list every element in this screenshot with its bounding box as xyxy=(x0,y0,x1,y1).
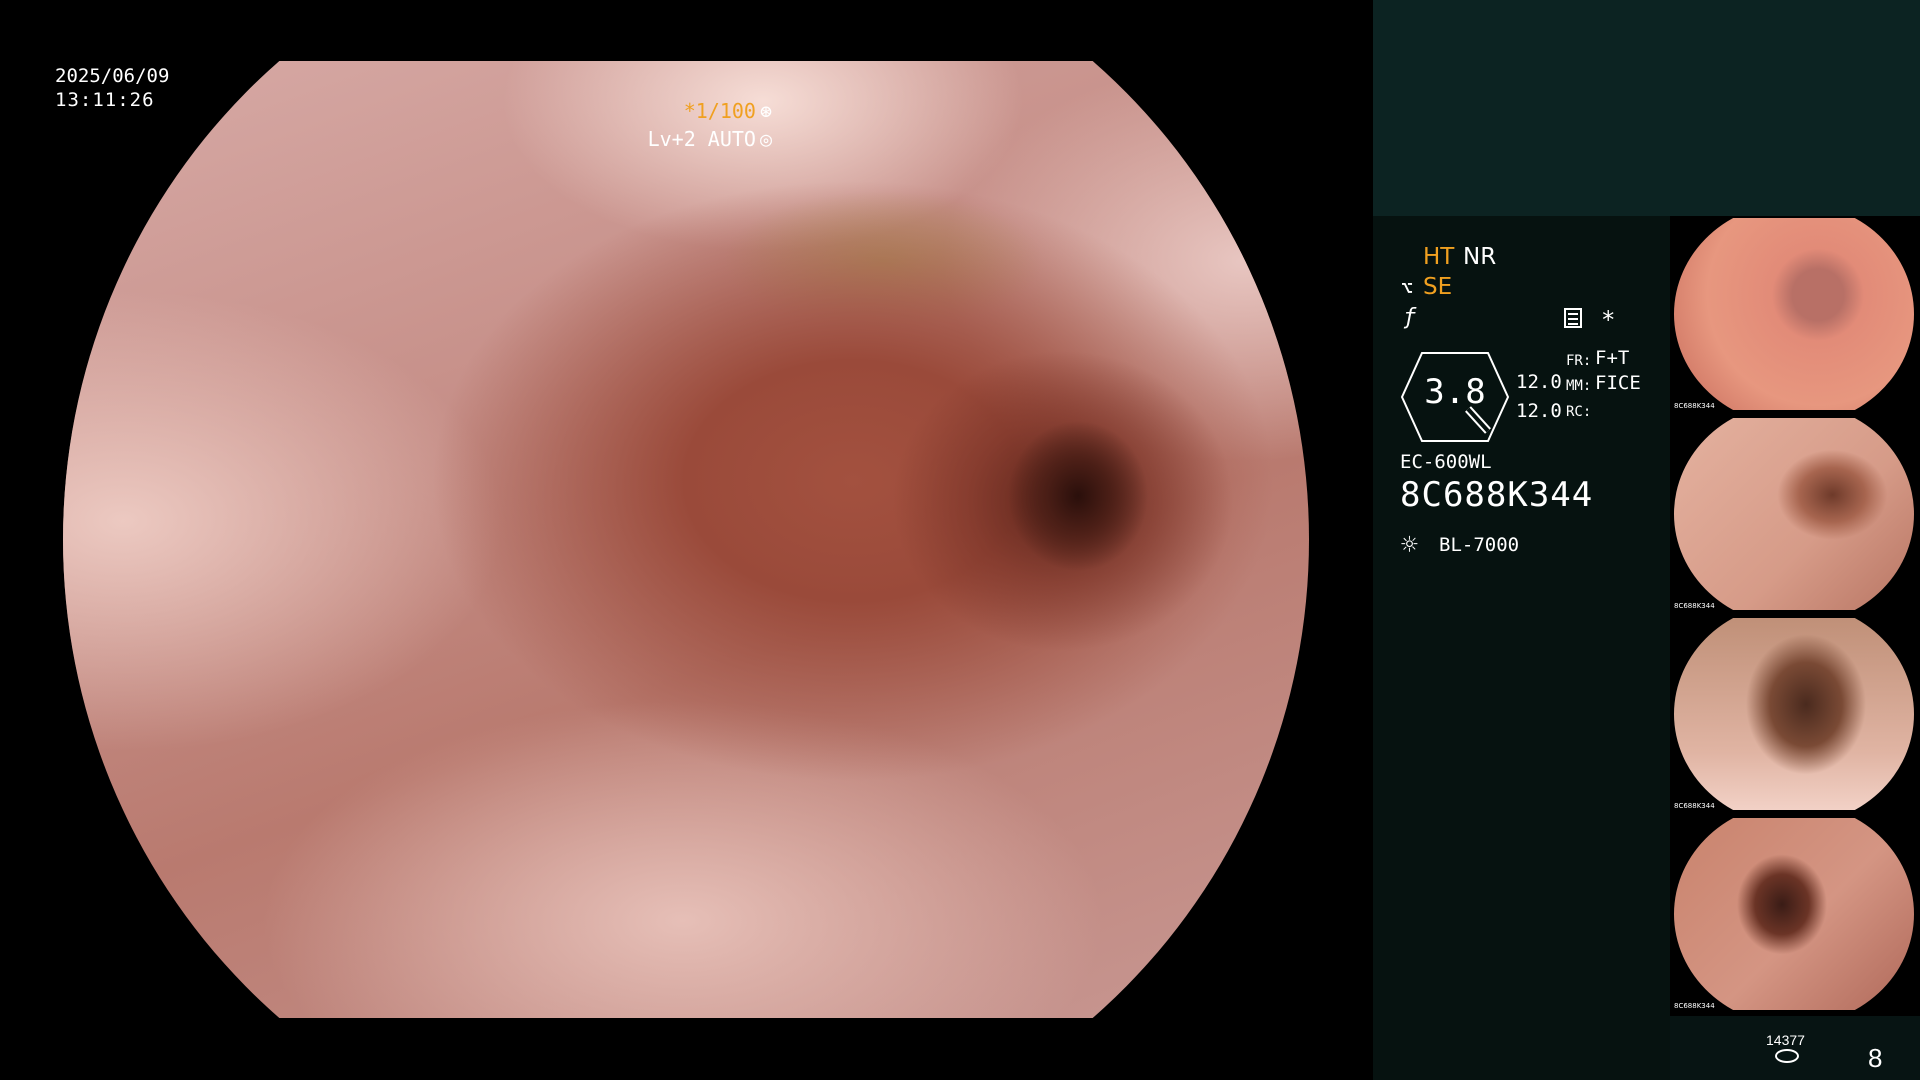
thumbnail-caption: 8C688K344 xyxy=(1674,602,1715,610)
iris-readout: Lv+2 AUTO ◎ xyxy=(648,127,772,151)
endoscope-main-view: 2025/06/09 13:11:26 *1/100 ⊛ Lv+2 AUTO ◎ xyxy=(0,0,1373,1080)
iris-icon: ◎ xyxy=(759,127,772,151)
f-mode-icon: ƒ xyxy=(1403,305,1417,330)
thumbnail-caption: 8C688K344 xyxy=(1674,1002,1715,1010)
iris-value: Lv+2 AUTO xyxy=(647,127,756,151)
thumbnail-caption: 8C688K344 xyxy=(1674,802,1715,810)
time-readout: 13:11:26 xyxy=(55,89,155,111)
shutter-icon: ⊛ xyxy=(759,99,772,123)
status-panel: HT NR ⌥ SE ƒ * 3.8 12.0 12.0 FR: F+T MM:… xyxy=(1373,0,1920,1080)
thumbnail-image xyxy=(1674,218,1914,410)
endoscopic-image xyxy=(63,61,1309,1018)
nr-indicator: NR xyxy=(1463,244,1497,270)
thumbnail-image xyxy=(1674,418,1914,610)
zoom-value: 3.8 xyxy=(1424,372,1486,412)
star-icon: * xyxy=(1601,306,1616,334)
light-source-icon: ☼ xyxy=(1401,528,1418,561)
ht-indicator: HT xyxy=(1423,244,1455,270)
menu-grid-icon xyxy=(1564,308,1582,328)
mm-label: MM: xyxy=(1566,378,1592,394)
thumbnail[interactable]: 8C688K344 xyxy=(1670,816,1920,1016)
thumbnail-image xyxy=(1674,818,1914,1010)
thumbnail-strip: 8C688K344 8C688K344 8C688K344 8C688K344 xyxy=(1670,216,1920,1016)
thumbnail-image xyxy=(1674,618,1914,810)
thumbnail[interactable]: 8C688K344 xyxy=(1670,616,1920,816)
info-column xyxy=(1373,216,1670,1080)
value-2: 12.0 xyxy=(1516,400,1562,422)
fr-value: F+T xyxy=(1595,347,1630,369)
date-readout: 2025/06/09 xyxy=(55,65,170,87)
shutter-value: *1/100 xyxy=(683,99,756,123)
thumbnail[interactable]: 8C688K344 xyxy=(1670,416,1920,616)
value-1: 12.0 xyxy=(1516,371,1562,393)
se-indicator: SE xyxy=(1423,274,1453,300)
light-source: BL-7000 xyxy=(1439,534,1520,556)
scope-serial: 8C688K344 xyxy=(1400,475,1594,515)
thumbnail-caption: 8C688K344 xyxy=(1674,402,1715,410)
capture-count: 8 xyxy=(1868,1043,1883,1073)
structure-enhance-icon: ⌥ xyxy=(1401,276,1414,300)
shutter-readout: *1/100 ⊛ xyxy=(684,99,772,123)
image-counter: 14377 xyxy=(1766,1032,1805,1048)
scope-model: EC-600WL xyxy=(1400,451,1492,473)
storage-icon xyxy=(1775,1049,1799,1063)
thumbnail[interactable]: 8C688K344 xyxy=(1670,216,1920,416)
info-box-top xyxy=(1373,0,1920,216)
mm-value: FICE xyxy=(1595,372,1641,394)
fr-label: FR: xyxy=(1566,353,1592,369)
rc-label: RC: xyxy=(1566,404,1592,420)
